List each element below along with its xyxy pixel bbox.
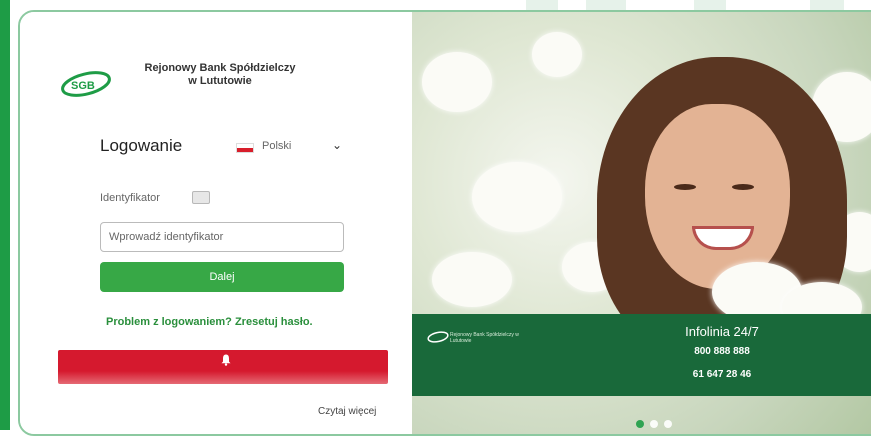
carousel-dot[interactable] (636, 420, 644, 428)
woman-face (645, 104, 790, 289)
carousel-dots (636, 420, 686, 430)
infobox-bank-name: Rejonowy Bank Spółdzielczy w Lututowie (450, 332, 519, 344)
sgb-logo-icon: SGB (61, 71, 111, 97)
woman-eye (674, 184, 696, 190)
blossom-decoration (532, 32, 582, 77)
login-page-frame: SGB Rejonowy Bank Spółdzielczy w Lututow… (18, 10, 871, 436)
language-select[interactable]: Polski ⌄ (236, 138, 346, 156)
read-more-link[interactable]: Czytaj więcej (318, 406, 376, 417)
hotline-phone-free[interactable]: 800 888 888 (572, 346, 871, 357)
hotline-phone-mobile[interactable]: 61 647 28 46 (572, 369, 871, 380)
bank-name-line1: Rejonowy Bank Spółdzielczy (144, 62, 296, 74)
bank-name-line2: w Lututowie (188, 75, 252, 87)
carousel-dot[interactable] (664, 420, 672, 428)
identifier-input[interactable] (100, 222, 344, 252)
blossom-decoration (432, 252, 512, 307)
identifier-label: Identyfikator (100, 192, 160, 204)
blossom-decoration (422, 52, 492, 112)
language-label: Polski (262, 140, 292, 152)
login-panel: SGB Rejonowy Bank Spółdzielczy w Lututow… (20, 12, 412, 434)
blossom-decoration (472, 162, 562, 232)
hero-image: Rejonowy Bank Spółdzielczy w Lututowie I… (412, 12, 871, 434)
alert-banner (58, 350, 388, 384)
next-button[interactable]: Dalej (100, 262, 344, 292)
woman-eye (732, 184, 754, 190)
chevron-down-icon: ⌄ (332, 138, 343, 152)
bell-icon (221, 354, 231, 366)
bank-logo: SGB Rejonowy Bank Spółdzielczy w Lututow… (58, 62, 318, 106)
reset-password-link[interactable]: Problem z logowaniem? Zresetuj hasło. (106, 316, 313, 328)
hotline-title: Infolinia 24/7 (685, 324, 759, 339)
left-accent-strip (0, 0, 10, 430)
poland-flag-icon (236, 143, 254, 153)
bank-name: Rejonowy Bank Spółdzielczy w Lututowie (120, 62, 320, 88)
sgb-logo-text: SGB (71, 80, 95, 92)
login-title: Logowanie (100, 136, 183, 155)
hotline-infobox: Rejonowy Bank Spółdzielczy w Lututowie I… (412, 314, 871, 396)
keyboard-icon[interactable] (192, 191, 210, 204)
carousel-dot[interactable] (650, 420, 658, 428)
alert-text (64, 376, 382, 385)
